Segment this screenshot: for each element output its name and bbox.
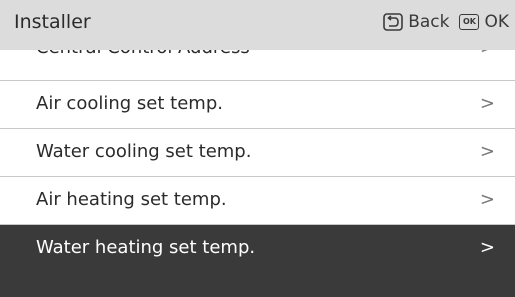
header-bar: Installer Back OK OK (0, 0, 515, 50)
ok-icon: OK (459, 14, 480, 30)
menu-item-label: Air cooling set temp. (36, 93, 223, 114)
chevron-right-icon: > (479, 93, 495, 114)
header-actions: Back OK OK (383, 12, 509, 32)
chevron-right-icon: > (479, 189, 495, 210)
chevron-right-icon: > (480, 50, 495, 58)
menu-item-central-control-address[interactable]: Central Control Address > (0, 50, 515, 81)
menu-list: Central Control Address > Air cooling se… (0, 50, 515, 297)
back-label: Back (408, 12, 450, 32)
page-title: Installer (14, 11, 91, 33)
menu-item-air-cooling-set-temp[interactable]: Air cooling set temp. > (0, 81, 515, 129)
chevron-right-icon: > (479, 237, 495, 258)
chevron-right-icon: > (479, 141, 495, 162)
back-icon (383, 13, 403, 31)
ok-label: OK (484, 12, 509, 32)
menu-item-label: Water heating set temp. (36, 237, 256, 258)
menu-item-water-heating-set-temp[interactable]: Water heating set temp. > (0, 225, 515, 297)
menu-item-air-heating-set-temp[interactable]: Air heating set temp. > (0, 177, 515, 225)
menu-item-label: Air heating set temp. (36, 189, 227, 210)
menu-item-label: Water cooling set temp. (36, 141, 252, 162)
back-button[interactable]: Back (383, 12, 449, 32)
menu-item-label: Central Control Address (36, 50, 250, 58)
menu-item-water-cooling-set-temp[interactable]: Water cooling set temp. > (0, 129, 515, 177)
ok-button[interactable]: OK OK (459, 12, 509, 32)
